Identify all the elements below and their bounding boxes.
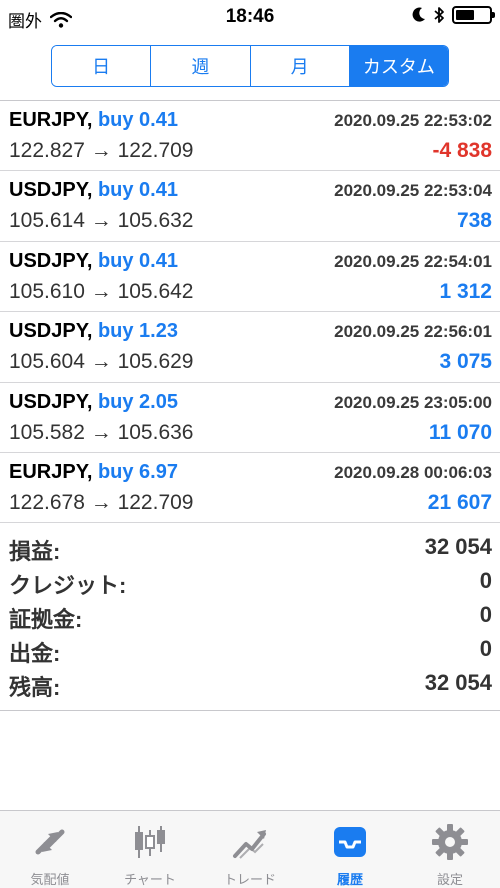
trade-history-list: EURJPY, buy 0.41 2020.09.25 22:53:02 122.8…: [0, 101, 500, 524]
trade-action: buy 2.05: [97, 390, 178, 413]
trade-time: 2020.09.25 23:05:00: [334, 392, 492, 412]
trade-symbol: USDJPY,: [9, 320, 93, 343]
trade-profit: -4 838: [432, 139, 492, 162]
tab-label: 設定: [436, 872, 463, 887]
trade-action: buy 1.23: [97, 320, 178, 343]
tab-label: 気配値: [30, 872, 70, 887]
trade-prices: 105.604 → 105.629: [9, 350, 194, 374]
trade-symbol-line: EURJPY, buy 6.97: [9, 461, 178, 484]
summary-label: 損益:: [9, 539, 61, 564]
period-tab[interactable]: 月: [250, 46, 350, 86]
settings-icon: [428, 821, 472, 863]
trade-profit: 21 607: [427, 490, 492, 514]
trade-symbol: USDJPY,: [9, 390, 93, 413]
summary-value: 0: [479, 636, 492, 661]
trade-row[interactable]: USDJPY, buy 2.05 2020.09.25 23:05:00 105.5…: [0, 383, 500, 453]
summary-row: 証拠金: 0: [0, 598, 500, 632]
trade-symbol: USDJPY,: [9, 179, 93, 202]
trade-symbol-line: USDJPY, buy 2.05: [9, 391, 178, 414]
trade-symbol: USDJPY,: [9, 249, 93, 272]
trade-profit: 738: [456, 209, 492, 233]
trade-symbol: EURJPY,: [9, 460, 93, 483]
trade-prices: 105.614 → 105.632: [9, 209, 194, 233]
tab-trade[interactable]: トレード: [200, 811, 300, 888]
trade-time: 2020.09.25 22:53:02: [334, 111, 492, 130]
period-segmented-control: 日週月カスタム: [51, 45, 449, 87]
summary-label: クレジット:: [9, 573, 127, 598]
tab-settings[interactable]: 設定: [400, 811, 500, 888]
status-right: [412, 6, 495, 24]
tab-label: チャート: [124, 872, 176, 887]
quotes-icon: [28, 821, 72, 863]
trade-profit: 11 070: [428, 420, 492, 444]
tab-label: 履歴: [336, 872, 363, 887]
trade-action: buy 6.97: [97, 460, 178, 483]
bluetooth-icon: [434, 7, 444, 23]
chart-icon: [128, 821, 172, 863]
summary-row: 損益: 32 054: [0, 530, 500, 564]
account-summary: 損益: 32 054 クレジット: 0 証拠金: 0 出金: 0 残高: 32 054: [0, 530, 500, 700]
trade-row[interactable]: EURJPY, buy 6.97 2020.09.28 00:06:03 122.6…: [0, 453, 500, 524]
tab-bar: 気配値 チャート トレード 履歴 設定: [0, 810, 500, 888]
period-tab[interactable]: カスタム: [349, 46, 448, 86]
trade-action: buy 0.41: [97, 109, 178, 131]
trade-row[interactable]: USDJPY, buy 0.41 2020.09.25 22:54:01 105.6…: [0, 242, 500, 313]
trade-action: buy 0.41: [97, 179, 178, 202]
divider: [0, 710, 500, 711]
trade-symbol: EURJPY,: [9, 109, 93, 131]
trade-symbol-line: EURJPY, buy 0.41: [9, 109, 178, 132]
trade-prices: 105.582 → 105.636: [9, 420, 194, 444]
tab-label: トレード: [223, 872, 276, 887]
history-icon: [328, 821, 372, 863]
trade-time: 2020.09.25 22:53:04: [334, 181, 492, 201]
trade-row[interactable]: EURJPY, buy 0.41 2020.09.25 22:53:02 122.8…: [0, 101, 500, 172]
trade-time: 2020.09.28 00:06:03: [334, 462, 492, 482]
summary-value: 0: [479, 568, 492, 593]
trade-icon: [228, 821, 272, 863]
summary-row: 出金: 0: [0, 632, 500, 666]
period-tab[interactable]: 週: [151, 46, 251, 86]
summary-row: クレジット: 0: [0, 564, 500, 598]
trade-row[interactable]: USDJPY, buy 1.23 2020.09.25 22:56:01 105.6…: [0, 312, 500, 383]
trade-symbol-line: USDJPY, buy 1.23: [9, 320, 178, 343]
summary-row: 残高: 32 054: [0, 666, 500, 700]
status-bar: 圏外 18:46: [0, 0, 500, 34]
battery-icon: [452, 6, 495, 24]
summary-value: 32 054: [424, 534, 492, 559]
tab-quotes[interactable]: 気配値: [0, 811, 100, 888]
period-tab[interactable]: 日: [52, 46, 152, 86]
summary-value: 32 054: [424, 670, 492, 695]
trade-symbol-line: USDJPY, buy 0.41: [9, 179, 178, 202]
summary-label: 証拠金:: [9, 607, 83, 632]
tab-history[interactable]: 履歴: [300, 811, 400, 888]
trade-profit: 1 312: [439, 279, 492, 303]
trade-prices: 122.827 → 122.709: [9, 139, 194, 162]
summary-value: 0: [479, 602, 492, 627]
tab-chart[interactable]: チャート: [100, 811, 200, 888]
trade-action: buy 0.41: [97, 249, 178, 272]
trade-row[interactable]: USDJPY, buy 0.41 2020.09.25 22:53:04 105.6…: [0, 171, 500, 242]
trade-profit: 3 075: [439, 350, 492, 374]
trade-prices: 105.610 → 105.642: [9, 279, 194, 303]
summary-label: 出金:: [9, 641, 61, 666]
trade-prices: 122.678 → 122.709: [9, 490, 194, 514]
trade-symbol-line: USDJPY, buy 0.41: [9, 250, 178, 273]
summary-label: 残高:: [9, 675, 61, 700]
trade-time: 2020.09.25 22:54:01: [334, 251, 492, 271]
trade-time: 2020.09.25 22:56:01: [334, 322, 492, 342]
moon-icon: [412, 7, 425, 22]
